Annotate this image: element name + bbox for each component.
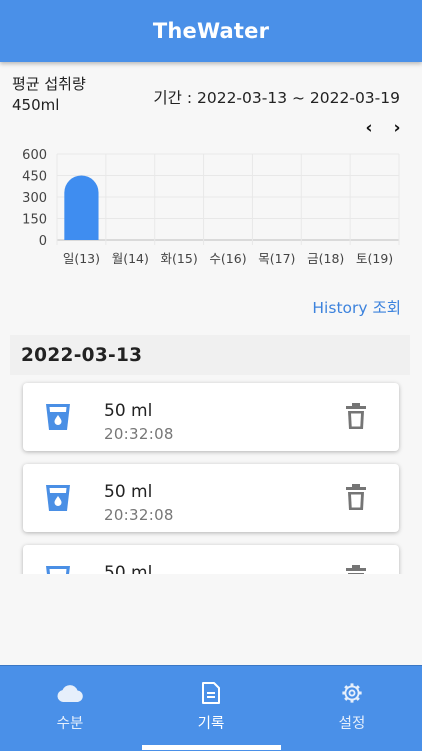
x-tick-label: 목(17): [258, 251, 295, 266]
record-card: 50 ml 20:32:08: [23, 464, 399, 532]
tab-water-label: 수분: [56, 716, 84, 732]
x-tick-label: 금(18): [307, 251, 344, 266]
y-tick-label: 0: [39, 234, 47, 249]
average-label: 평균 섭취량: [12, 75, 86, 93]
water-cup-icon: [46, 485, 70, 511]
cloud-icon: [57, 685, 83, 702]
app-bar: TheWater: [0, 0, 422, 62]
record-amount: 50 ml: [104, 482, 153, 502]
document-icon: [202, 682, 220, 704]
x-tick-label: 화(15): [161, 251, 198, 266]
record-card: 50 ml: [23, 545, 399, 574]
app-title: TheWater: [152, 19, 270, 43]
water-cup-icon: [46, 566, 70, 574]
delete-icon[interactable]: [346, 484, 366, 510]
x-tick-label: 일(13): [63, 251, 100, 266]
record-amount: 50 ml: [104, 563, 153, 574]
record-time: 20:32:08: [104, 506, 174, 524]
y-tick-label: 300: [22, 191, 47, 206]
x-tick-label: 토(19): [356, 251, 393, 266]
record-card: 50 ml 20:32:08: [23, 383, 399, 451]
tab-water[interactable]: 수분: [0, 666, 140, 751]
period-range: 기간 : 2022-03-13 ~ 2022-03-19: [153, 89, 400, 107]
delete-icon[interactable]: [346, 565, 366, 574]
bottom-navigation: 수분 기록 설정: [0, 665, 422, 751]
record-time: 20:32:08: [104, 425, 174, 443]
y-tick-label: 600: [22, 148, 47, 163]
tab-settings-label: 설정: [338, 716, 366, 732]
record-amount: 50 ml: [104, 401, 153, 421]
average-value: 450ml: [12, 96, 60, 114]
tab-records[interactable]: 기록: [141, 666, 281, 751]
tab-records-label: 기록: [197, 716, 225, 732]
gear-icon: [342, 683, 362, 703]
y-tick-label: 450: [22, 170, 47, 185]
delete-icon[interactable]: [346, 403, 366, 429]
weekly-intake-chart: 600 450 300 150 0 일(13) 월(14) 화(15) 수(16) 목(17) 금(…: [22, 148, 400, 266]
y-tick-label: 150: [22, 213, 47, 228]
next-week-button[interactable]: ›: [387, 117, 407, 139]
average-summary: 평균 섭취량 450ml: [12, 74, 86, 116]
history-link[interactable]: History 조회: [312, 296, 401, 318]
record-list[interactable]: 50 ml 20:32:08 50 ml 20:32:08 50 ml: [0, 376, 422, 574]
water-cup-icon: [46, 404, 70, 430]
x-tick-label: 월(14): [112, 251, 149, 266]
tab-settings[interactable]: 설정: [282, 666, 422, 751]
x-tick-label: 수(16): [209, 251, 246, 266]
prev-week-button[interactable]: ‹: [359, 117, 379, 139]
active-tab-indicator: [142, 745, 281, 750]
chart-bar: [64, 175, 99, 240]
date-header: 2022-03-13: [10, 335, 410, 375]
